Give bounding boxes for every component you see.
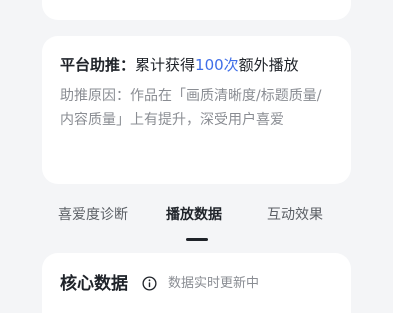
tab-playback-data[interactable]: 播放数据 <box>166 205 222 225</box>
boost-count: 100次 <box>195 56 239 74</box>
core-data-title: 核心数据 <box>60 274 128 294</box>
active-tab-indicator <box>186 238 208 241</box>
data-tabs: 喜爱度诊断 播放数据 互动效果 <box>42 205 351 245</box>
boost-suffix: 额外播放 <box>238 56 299 74</box>
boost-prefix: 累计获得 <box>135 56 196 74</box>
tab-interaction-effect[interactable]: 互动效果 <box>267 205 323 225</box>
info-circle-icon[interactable] <box>142 276 157 291</box>
boost-reason: 助推原因：作品在「画质清晰度/标题质量/内容质量」上有提升，深受用户喜爱 <box>60 88 322 128</box>
core-data-subtitle: 数据实时更新中 <box>168 276 260 291</box>
platform-boost-card: 平台助推：累计获得100次额外播放 助推原因：作品在「画质清晰度/标题质量/内容… <box>42 36 351 184</box>
boost-headline: 平台助推：累计获得100次额外播放 <box>60 54 333 76</box>
tab-favorability-diagnosis[interactable]: 喜爱度诊断 <box>58 205 128 225</box>
boost-title: 平台助推： <box>60 56 136 74</box>
core-data-card: 核心数据 数据实时更新中 <box>42 253 351 313</box>
previous-card <box>42 0 351 20</box>
